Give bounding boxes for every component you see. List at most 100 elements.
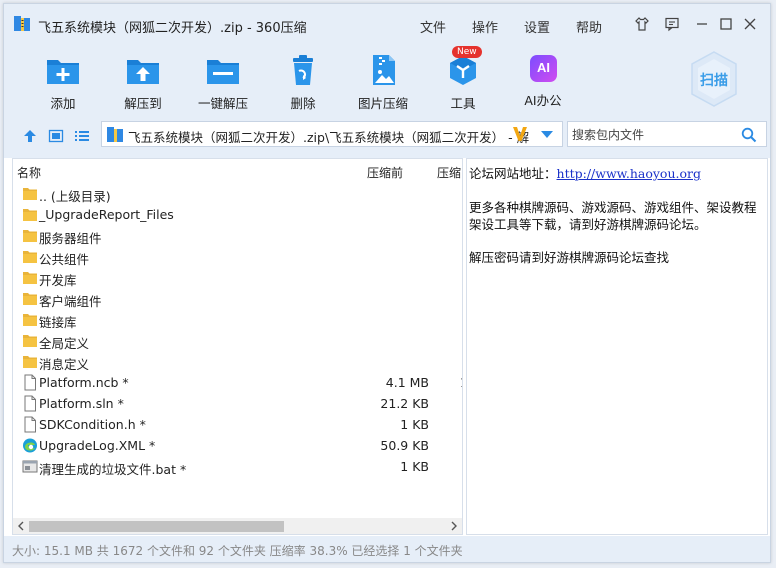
table-row[interactable]: SDKCondition.h * 1 KB [13, 414, 462, 435]
up-arrow-icon[interactable] [22, 128, 38, 144]
search-box [567, 121, 767, 147]
ai-icon-text: AI [537, 60, 550, 75]
path-text: 飞五系统模块（网狐二次开发）.zip\飞五系统模块（网狐二次开发） - 解 [128, 130, 530, 145]
folder-icon [22, 311, 38, 328]
info-line-4: 解压密码请到好游棋牌源码论坛查找 [469, 250, 670, 265]
path-field[interactable]: 飞五系统模块（网狐二次开发）.zip\飞五系统模块（网狐二次开发） - 解 [101, 121, 563, 147]
table-row[interactable]: 客户端组件 [13, 288, 462, 309]
zip-app-icon [14, 16, 30, 31]
table-row[interactable]: 公共组件 [13, 246, 462, 267]
file-icon [22, 395, 38, 412]
scan-button[interactable]: 扫描 [688, 50, 740, 108]
column-packed[interactable]: 压缩 [437, 164, 461, 181]
info-line-3: 架设工具等下载，请到好游棋牌源码论坛。 [469, 217, 707, 232]
table-row[interactable]: 清理生成的垃圾文件.bat * 1 KB [13, 456, 462, 477]
file-name: Platform.ncb * [39, 375, 129, 390]
extract-to-button[interactable]: 解压到 [108, 52, 178, 112]
file-name: SDKCondition.h * [39, 417, 146, 432]
search-input[interactable] [572, 126, 732, 143]
file-name: 全局定义 [39, 336, 90, 351]
file-list: 名称 压缩前 压缩 .. (上级目录) _UpgradeReport_Files 服… [12, 158, 463, 535]
scroll-left-icon[interactable] [16, 521, 26, 531]
app-window: 飞五系统模块（网狐二次开发）.zip - 360压缩 文件 操作 设置 帮助 添… [3, 3, 771, 563]
table-row[interactable]: 链接库 [13, 309, 462, 330]
file-name: .. (上级目录) [39, 189, 111, 204]
forum-link[interactable]: http://www.haoyou.org [557, 166, 701, 181]
menu-help[interactable]: 帮助 [576, 17, 602, 36]
tools-button[interactable]: New 工具 [428, 46, 498, 112]
close-icon[interactable] [742, 16, 758, 32]
feedback-icon[interactable] [664, 16, 680, 32]
list-view-icon[interactable] [74, 128, 90, 144]
new-badge: New [452, 46, 482, 58]
horizontal-scrollbar[interactable] [13, 518, 462, 534]
ai-office-button[interactable]: AI AI办公 [508, 52, 578, 109]
v-badge-icon [513, 127, 527, 141]
forum-label: 论坛网站地址： [469, 166, 557, 181]
folder-icon [22, 290, 38, 307]
menu-operation[interactable]: 操作 [472, 17, 498, 36]
thumbnail-view-icon[interactable] [48, 128, 64, 144]
table-row[interactable]: _UpgradeReport_Files [13, 204, 462, 225]
one-click-extract-button[interactable]: 一键解压 [188, 52, 258, 112]
folder-icon [22, 248, 38, 265]
menu-settings[interactable]: 设置 [524, 17, 550, 36]
add-icon [47, 60, 79, 84]
window-title: 飞五系统模块（网狐二次开发）.zip - 360压缩 [38, 21, 307, 36]
file-size: 21.2 KB [380, 396, 429, 411]
file-size: 4.1 MB [385, 375, 429, 390]
table-row[interactable]: 服务器组件 [13, 225, 462, 246]
file-name: 客户端组件 [39, 294, 102, 309]
file-name: 开发库 [39, 273, 77, 288]
minimize-icon[interactable] [694, 16, 710, 32]
delete-label: 删除 [290, 96, 316, 111]
column-name[interactable]: 名称 [17, 164, 41, 181]
file-name: _UpgradeReport_Files [39, 207, 174, 222]
toolbar: 添加 解压到 一键解压 删除 图片压缩 New 工具 AI AI办公 [4, 44, 770, 112]
file-name: 清理生成的垃圾文件.bat * [39, 462, 187, 477]
file-size: 1 KB [400, 417, 429, 432]
folder-icon [22, 353, 38, 370]
ai-office-label: AI办公 [524, 93, 562, 108]
add-label: 添加 [50, 96, 76, 111]
extract-to-label: 解压到 [124, 96, 162, 111]
scrollbar-thumb[interactable] [29, 521, 284, 532]
menu-file[interactable]: 文件 [420, 17, 446, 36]
skin-shirt-icon[interactable] [634, 16, 650, 32]
folder-icon [22, 269, 38, 286]
extract-to-icon [127, 60, 159, 84]
column-size[interactable]: 压缩前 [367, 164, 403, 181]
image-compress-icon [373, 55, 395, 85]
one-click-extract-icon [207, 60, 239, 84]
table-row[interactable]: 开发库 [13, 267, 462, 288]
table-row[interactable]: 全局定义 [13, 330, 462, 351]
one-click-extract-label: 一键解压 [197, 96, 248, 111]
ai-office-icon: AI [523, 52, 563, 88]
add-button[interactable]: 添加 [28, 52, 98, 112]
image-compress-button[interactable]: 图片压缩 [348, 52, 418, 112]
delete-button[interactable]: 删除 [268, 52, 338, 112]
search-icon[interactable] [741, 127, 757, 143]
file-size: 1 KB [400, 459, 429, 474]
table-row[interactable]: 消息定义 [13, 351, 462, 372]
file-name: Platform.sln * [39, 396, 124, 411]
column-header: 名称 压缩前 压缩 [13, 159, 462, 181]
folder-icon [22, 227, 38, 244]
status-text: 大小: 15.1 MB 共 1672 个文件和 92 个文件夹 压缩率 38.3… [12, 544, 463, 558]
chevron-down-icon[interactable] [540, 130, 554, 140]
table-row[interactable]: Platform.ncb * 4.1 MB 1 [13, 372, 462, 393]
folder-icon [22, 332, 38, 349]
folder-icon [22, 206, 38, 223]
file-icon [22, 416, 38, 433]
table-row[interactable]: Platform.sln * 21.2 KB [13, 393, 462, 414]
batch-file-icon [22, 458, 38, 475]
scroll-right-icon[interactable] [449, 521, 459, 531]
table-row[interactable]: UpgradeLog.XML * 50.9 KB [13, 435, 462, 456]
image-compress-label: 图片压缩 [357, 96, 408, 111]
zip-path-icon [107, 127, 123, 142]
file-name: 链接库 [39, 315, 77, 330]
file-packed-size: 1 [460, 375, 462, 390]
table-row[interactable]: .. (上级目录) [13, 183, 462, 204]
file-name: UpgradeLog.XML * [39, 438, 156, 453]
maximize-icon[interactable] [718, 16, 734, 32]
